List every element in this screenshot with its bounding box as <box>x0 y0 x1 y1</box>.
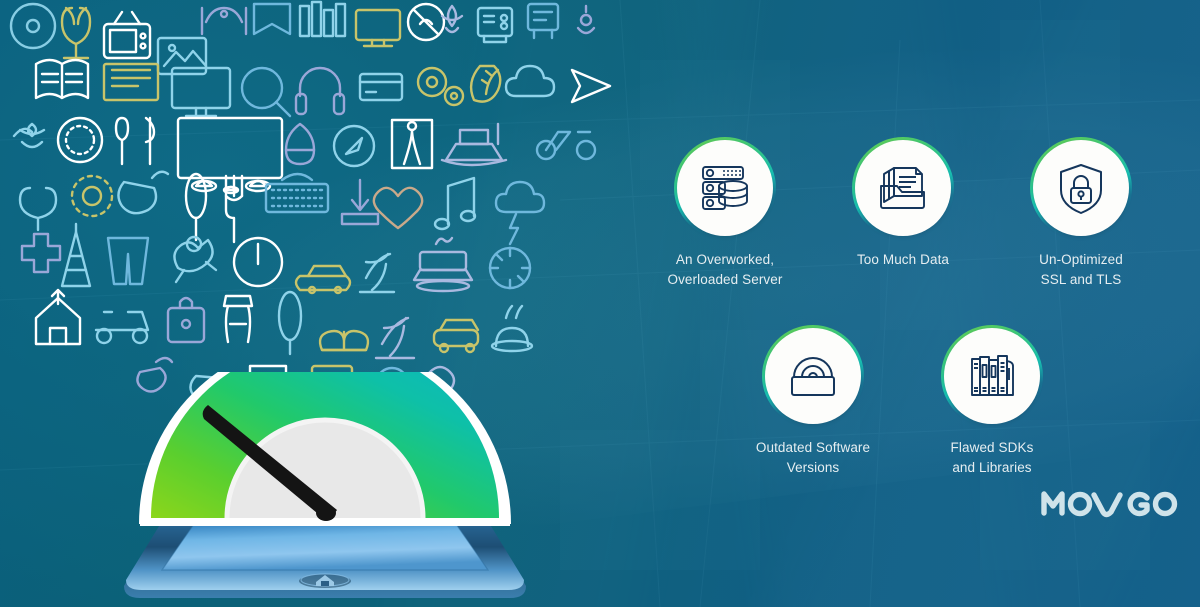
shield-lock-icon <box>1060 164 1102 214</box>
icon-circle <box>1030 137 1132 239</box>
home-icon <box>299 573 351 588</box>
issues-grid: An Overworked, Overloaded Server Too Muc… <box>600 137 1140 490</box>
software-disc-box-icon <box>791 357 835 396</box>
feature-flawed-sdks-libraries[interactable]: Flawed SDKs and Libraries <box>907 325 1077 477</box>
feature-too-much-data[interactable]: Too Much Data <box>818 137 988 270</box>
server-database-icon <box>702 166 748 210</box>
circle-fill <box>1033 140 1129 236</box>
circle-fill <box>677 140 773 236</box>
tablet-device <box>124 372 526 598</box>
icon-circle <box>674 137 776 239</box>
icon-circle <box>852 137 954 239</box>
circle-fill <box>765 328 861 424</box>
feature-outdated-software-versions[interactable]: Outdated Software Versions <box>728 325 898 477</box>
folder-documents-icon <box>880 167 925 209</box>
speedometer-gauge <box>139 372 511 526</box>
infographic-canvas: An Overworked, Overloaded Server Too Muc… <box>0 0 1200 607</box>
movgo-logo[interactable]: MOVGO <box>1038 481 1178 525</box>
feature-label: An Overworked, Overloaded Server <box>667 252 783 287</box>
circle-fill <box>855 140 951 236</box>
feature-label: Outdated Software Versions <box>755 440 871 475</box>
icon-circle <box>762 325 864 427</box>
tablet-chassis <box>124 518 526 598</box>
icon-circle <box>941 325 1043 427</box>
feature-label: Too Much Data <box>856 252 950 267</box>
feature-label: Un-Optimized SSL and TLS <box>1039 252 1123 287</box>
feature-overworked-server[interactable]: An Overworked, Overloaded Server <box>640 137 810 289</box>
feature-label: Flawed SDKs and Libraries <box>950 440 1034 475</box>
feature-un-optimized-ssl-tls[interactable]: Un-Optimized SSL and TLS <box>996 137 1166 289</box>
circle-fill <box>944 328 1040 424</box>
books-library-icon <box>971 355 1014 396</box>
